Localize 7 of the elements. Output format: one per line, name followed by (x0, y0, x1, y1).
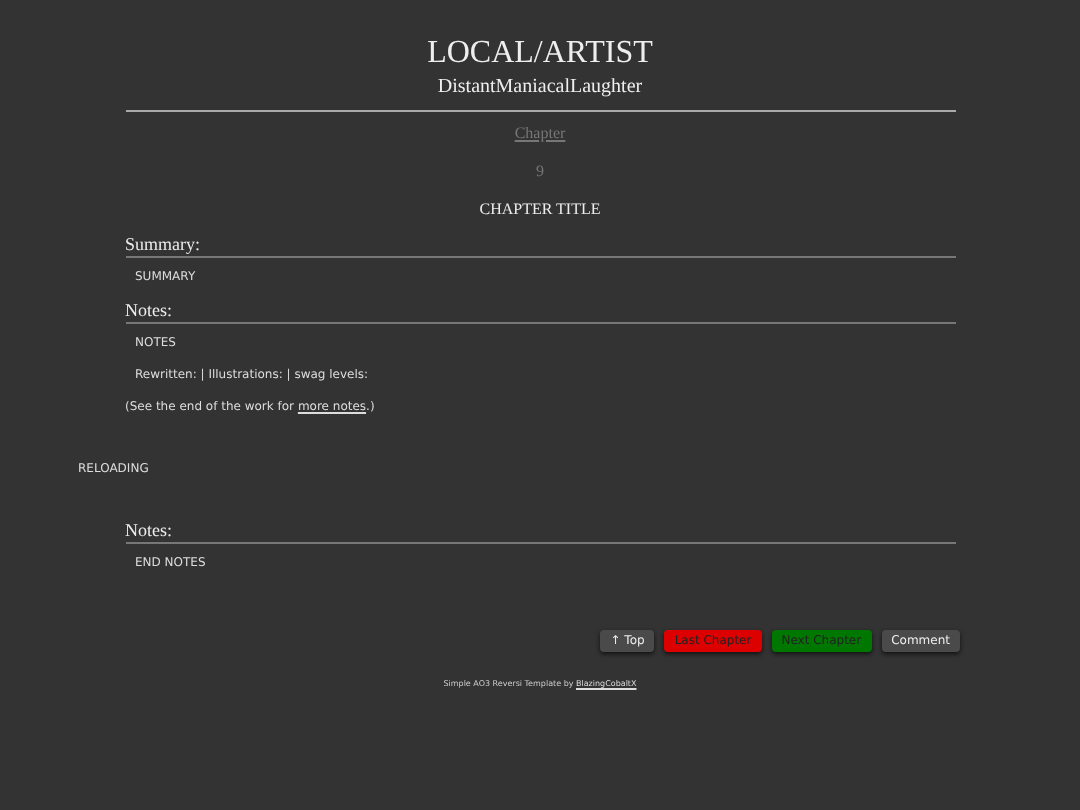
chapter-title: CHAPTER TITLE (479, 200, 601, 218)
end-notes-heading: Notes: (125, 520, 955, 544)
chapter-number: 9 (536, 162, 544, 180)
work-title: LOCAL/ARTIST (427, 36, 653, 72)
notes-heading: Notes: (125, 300, 955, 324)
author-name: DistantManiacalLaughter (437, 76, 643, 98)
summary-heading: Summary: (125, 234, 955, 258)
